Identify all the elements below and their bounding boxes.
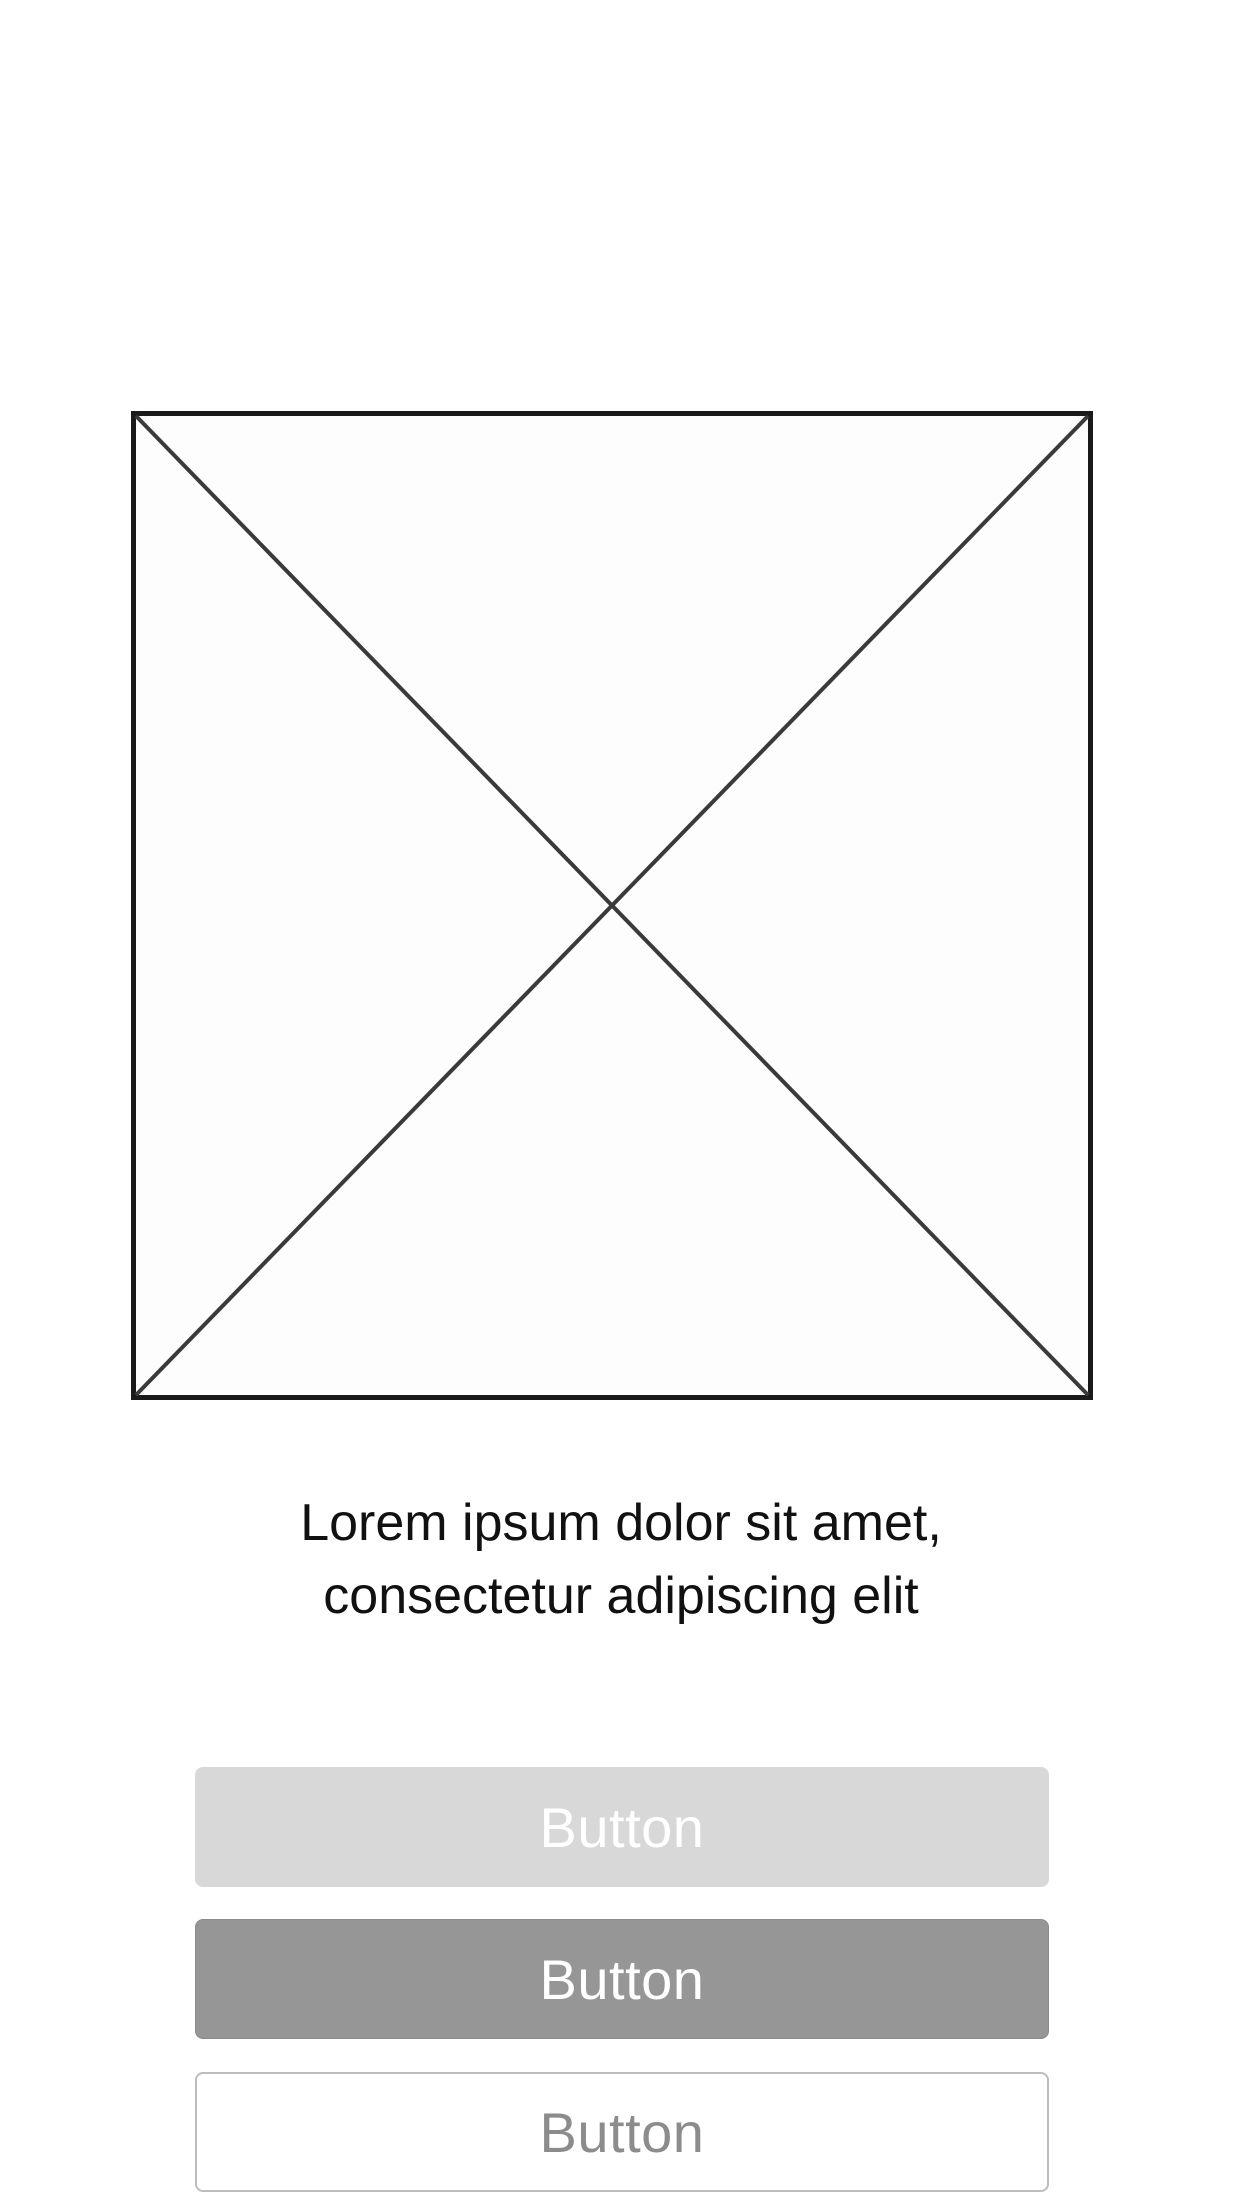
button-label: Button [539, 1947, 705, 2011]
caption-text: Lorem ipsum dolor sit amet, consectetur … [121, 1487, 1121, 1633]
primary-light-button[interactable]: Button [195, 1767, 1049, 1887]
outline-button[interactable]: Button [195, 2072, 1049, 2192]
screen: Lorem ipsum dolor sit amet, consectetur … [0, 0, 1242, 2208]
caption-line-1: Lorem ipsum dolor sit amet, [300, 1494, 942, 1552]
caption-line-2: consectetur adipiscing elit [323, 1567, 919, 1625]
primary-dark-button[interactable]: Button [195, 1919, 1049, 2039]
image-placeholder-icon [131, 411, 1093, 1400]
button-label: Button [539, 1795, 705, 1859]
button-label: Button [539, 2100, 705, 2164]
